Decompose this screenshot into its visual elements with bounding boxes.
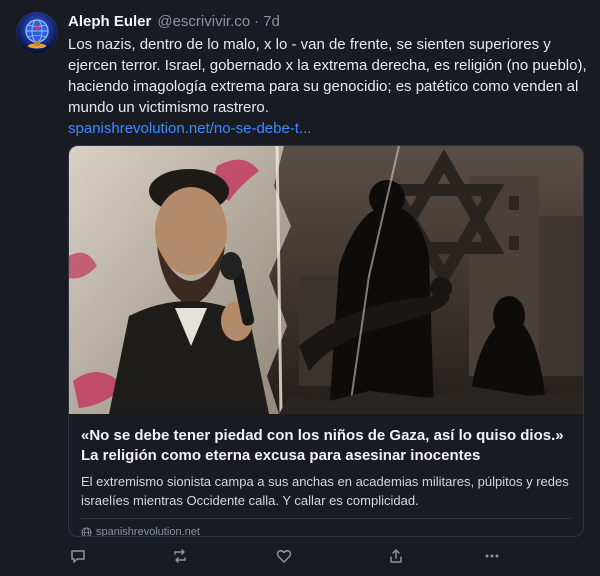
more-icon <box>485 554 499 558</box>
like-button[interactable] <box>274 546 294 566</box>
share-icon <box>390 549 402 563</box>
card-divider <box>81 518 571 519</box>
globe-icon <box>81 526 92 536</box>
card-thumbnail <box>69 146 583 414</box>
author-display-name[interactable]: Aleph Euler <box>68 12 151 32</box>
header-separator: · <box>254 13 260 30</box>
card-domain-text: spanishrevolution.net <box>96 526 200 537</box>
repost-icon <box>174 549 186 563</box>
avatar[interactable] <box>16 12 58 54</box>
heart-icon <box>276 549 292 563</box>
card-title: «No se debe tener piedad con los niños d… <box>81 427 564 464</box>
post-timestamp[interactable]: 7d <box>263 12 280 32</box>
post-header: Aleph Euler @escrivivir.co · 7d <box>68 12 280 32</box>
post-actions <box>68 546 508 566</box>
globe-avatar-icon <box>25 19 49 49</box>
post-body: Los nazis, dentro de lo malo, x lo - van… <box>68 34 588 139</box>
repost-button[interactable] <box>170 546 190 566</box>
card-domain: spanishrevolution.net <box>81 526 571 537</box>
reply-icon <box>71 550 85 563</box>
link-card[interactable]: «No se debe tener piedad con los niños d… <box>68 145 584 537</box>
post-link[interactable]: spanishrevolution.net/no-se-debe-t... <box>68 118 311 139</box>
author-handle[interactable]: @escrivivir.co <box>157 12 250 32</box>
more-button[interactable] <box>482 546 502 566</box>
card-body: «No se debe tener piedad con los niños d… <box>69 414 583 537</box>
share-button[interactable] <box>386 546 406 566</box>
card-thumbnail-illustration <box>69 146 583 414</box>
reply-button[interactable] <box>68 546 88 566</box>
post: Aleph Euler @escrivivir.co · 7d Los nazi… <box>0 0 600 576</box>
post-text: Los nazis, dentro de lo malo, x lo - van… <box>68 36 587 116</box>
card-description: El extremismo sionista campa a sus ancha… <box>81 474 569 508</box>
